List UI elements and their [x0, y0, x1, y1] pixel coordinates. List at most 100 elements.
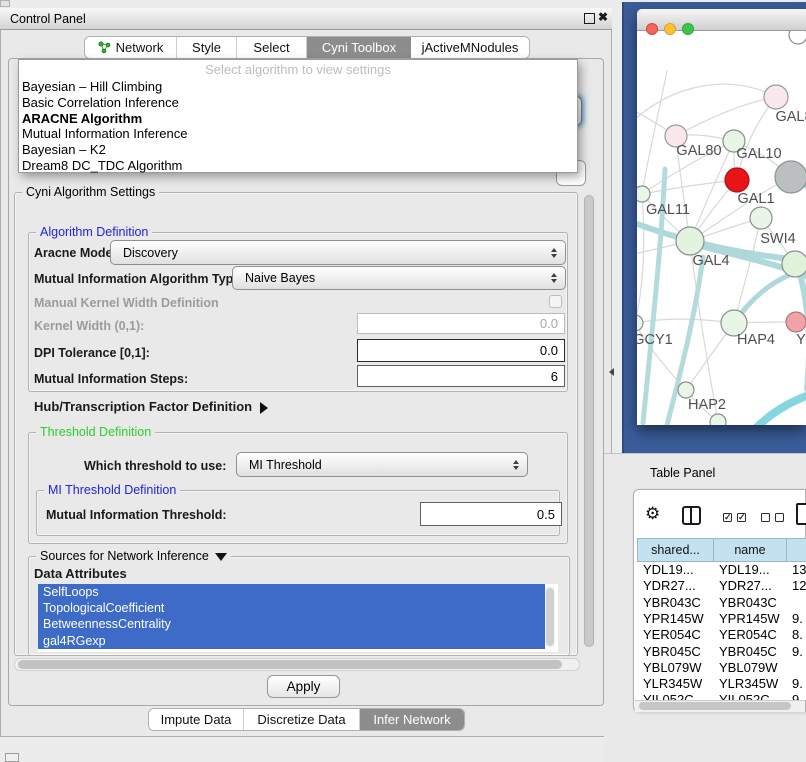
- attributes-scrollbar-thumb[interactable]: [546, 588, 554, 646]
- manual-kernel-label: Manual Kernel Width Definition: [34, 296, 219, 310]
- table-cell: YDL19...: [713, 562, 786, 578]
- gal80-node-label: GAL80: [676, 143, 721, 159]
- tab-jactivemnodules-label: jActiveMNodules: [422, 40, 519, 55]
- salmon-node[interactable]: [786, 312, 806, 332]
- table-row[interactable]: YBR043CYBR043C: [637, 595, 806, 611]
- gray-node[interactable]: [775, 161, 806, 193]
- table-function-icon[interactable]: [796, 503, 806, 525]
- table-row[interactable]: YBR045CYBR045C9.: [637, 644, 806, 660]
- tab-discretize-data[interactable]: Discretize Data: [244, 709, 360, 730]
- table-row[interactable]: YDL19...YDL19...13: [637, 562, 806, 578]
- tab-style[interactable]: Style: [177, 37, 237, 58]
- data-attributes-list[interactable]: SelfLoopsTopologicalCoefficientBetweenne…: [38, 584, 558, 652]
- tab-infer-network[interactable]: Infer Network: [360, 709, 464, 730]
- hap2-node[interactable]: [678, 382, 694, 398]
- algorithm-option[interactable]: Bayesian – K2: [19, 142, 577, 158]
- data-attribute-item[interactable]: BetweennessCentrality: [38, 616, 545, 632]
- tab-jactivemnodules[interactable]: jActiveMNodules: [411, 37, 529, 58]
- sources-toggle[interactable]: Sources for Network Inference: [36, 549, 231, 563]
- hub-definition-toggle[interactable]: Hub/Transcription Factor Definition: [34, 399, 268, 414]
- algorithm-option[interactable]: ARACNE Algorithm: [19, 111, 577, 127]
- bottom-node[interactable]: [710, 414, 726, 425]
- control-panel-tabbar: Network Style Select Cyni Toolbox jActiv…: [84, 36, 530, 59]
- algorithm-option[interactable]: Mutual Information Inference: [19, 126, 577, 142]
- mi-type-label: Mutual Information Algorithm Type:: [34, 272, 244, 286]
- gal4-node[interactable]: [676, 227, 704, 255]
- swi4-node[interactable]: [782, 251, 806, 277]
- settings-vertical-scrollbar[interactable]: [584, 195, 594, 647]
- mi-threshold-definition-title: MI Threshold Definition: [44, 483, 180, 497]
- tab-network[interactable]: Network: [85, 37, 177, 58]
- tab-select[interactable]: Select: [237, 37, 307, 58]
- table-cell: 9.: [786, 676, 806, 692]
- sources-title: Sources for Network Inference: [40, 549, 209, 563]
- table-row[interactable]: YPR145WYPR145W9.: [637, 611, 806, 627]
- network-edge[interactable]: [642, 180, 737, 194]
- table-column-header[interactable]: name: [713, 538, 786, 562]
- float-window-icon[interactable]: [584, 13, 595, 24]
- data-attribute-item[interactable]: TopologicalCoefficient: [38, 600, 545, 616]
- deselect-all-box-icon[interactable]: [761, 513, 770, 522]
- red-node[interactable]: [725, 168, 749, 192]
- gal1-node[interactable]: [750, 207, 772, 229]
- gal-top-node[interactable]: [764, 85, 788, 109]
- table-cell: YBL079W: [637, 660, 713, 676]
- table-cell: YBL079W: [713, 660, 786, 676]
- dpi-tolerance-label: DPI Tolerance [0,1]:: [34, 346, 150, 360]
- select-all-check-icon[interactable]: ✓: [723, 513, 732, 522]
- mi-type-combo[interactable]: Naive Bayes: [232, 266, 566, 290]
- tab-impute-data[interactable]: Impute Data: [149, 709, 244, 730]
- table-row[interactable]: YDR27...YDR27...12: [637, 578, 806, 594]
- select-all-check-icon[interactable]: ✓: [737, 513, 746, 522]
- gcy1-node[interactable]: [637, 315, 643, 331]
- settings-horizontal-scrollbar-thumb[interactable]: [18, 660, 562, 669]
- tab-infer-network-label: Infer Network: [373, 712, 450, 727]
- status-bar-icon[interactable]: [5, 753, 19, 762]
- algorithm-option[interactable]: Dream8 DC_TDC Algorithm: [19, 158, 577, 174]
- algorithm-option[interactable]: Basic Correlation Inference: [19, 95, 577, 111]
- table-cell: [786, 660, 806, 676]
- table-column-header[interactable]: shared...: [637, 538, 713, 562]
- threshold-definition-title: Threshold Definition: [36, 425, 155, 439]
- data-attribute-item[interactable]: gal4RGexp: [38, 633, 545, 649]
- stepper-icon: [551, 273, 557, 283]
- gal11-node[interactable]: [637, 186, 650, 202]
- dpi-tolerance-field[interactable]: 0.0: [357, 339, 565, 362]
- table-horizontal-scrollbar-thumb[interactable]: [639, 702, 791, 710]
- deselect-all-box-icon[interactable]: [775, 513, 784, 522]
- table-row[interactable]: YIL052CYIL052C9: [637, 692, 806, 700]
- algorithm-dropdown-popup: Select algorithm to view settings Bayesi…: [18, 59, 578, 173]
- cyni-algorithm-settings-title: Cyni Algorithm Settings: [22, 185, 159, 199]
- table-row[interactable]: YER054CYER054C8.: [637, 627, 806, 643]
- table-cell: YER054C: [713, 627, 786, 643]
- partial-top-node[interactable]: [789, 31, 806, 44]
- manual-kernel-checkbox[interactable]: [549, 295, 562, 308]
- table-rows[interactable]: YDL19...YDL19...13YDR27...YDR27...12YBR0…: [637, 562, 806, 700]
- table-column-header[interactable]: [786, 538, 806, 562]
- table-row[interactable]: YLR345WYLR345W9.: [637, 676, 806, 692]
- table-row[interactable]: YBL079WYBL079W: [637, 660, 806, 676]
- data-attribute-item[interactable]: SelfLoops: [38, 584, 545, 600]
- aracne-mode-label: Aracne Mode:: [34, 246, 117, 260]
- network-edge-thick[interactable]: [755, 392, 806, 425]
- aracne-mode-combo[interactable]: Discovery: [110, 240, 566, 265]
- table-settings-gear-icon[interactable]: ⚙: [645, 504, 660, 524]
- table-header-row: shared...name: [637, 538, 806, 562]
- table-cell: 9.: [786, 611, 806, 627]
- which-threshold-combo[interactable]: MI Threshold: [236, 452, 528, 477]
- network-edge[interactable]: [676, 97, 776, 136]
- mi-steps-field[interactable]: 6: [357, 365, 565, 387]
- gal10-node-label: GAL10: [736, 146, 781, 162]
- mi-threshold-field[interactable]: 0.5: [420, 502, 562, 526]
- split-pane-grip-icon[interactable]: [609, 368, 614, 376]
- hap2-node-label: HAP2: [688, 397, 726, 413]
- close-window-icon[interactable]: ✖: [598, 10, 608, 24]
- which-threshold-value: MI Threshold: [249, 458, 322, 472]
- algorithm-option[interactable]: Bayesian – Hill Climbing: [19, 79, 577, 95]
- network-canvas[interactable]: GAL8GAL80GAL10GAL1GAL11SWI4GAL4GCY1HAP4Y…: [637, 31, 806, 425]
- apply-button[interactable]: Apply: [267, 675, 340, 698]
- network-edge[interactable]: [637, 194, 644, 323]
- tab-cyni-toolbox[interactable]: Cyni Toolbox: [307, 37, 411, 58]
- kernel-width-field[interactable]: 0.0: [357, 313, 565, 334]
- mi-steps-label: Mutual Information Steps:: [34, 372, 188, 386]
